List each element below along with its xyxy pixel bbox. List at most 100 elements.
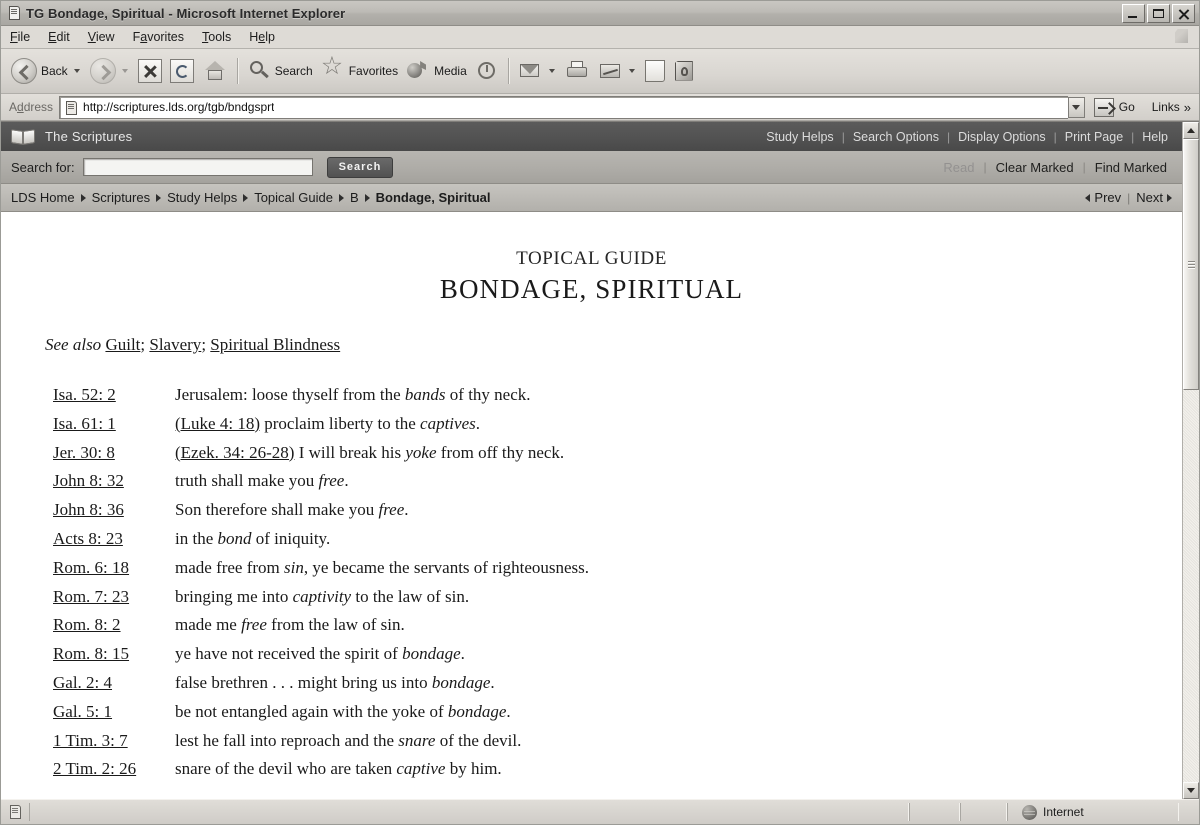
header-link-help[interactable]: Help bbox=[1134, 130, 1176, 144]
scripture-reference-link[interactable]: Jer. 30: 8 bbox=[53, 439, 175, 468]
search-submit-button[interactable]: Search bbox=[326, 156, 394, 178]
scripture-snippet: made free from sin, ye became the servan… bbox=[175, 557, 590, 577]
mail-dropdown-icon[interactable] bbox=[548, 69, 555, 73]
breadcrumb-item-b[interactable]: B bbox=[350, 190, 359, 205]
menu-item-help[interactable]: Help bbox=[240, 28, 284, 46]
toolbar-overflow-icon[interactable]: » bbox=[1184, 100, 1191, 115]
cross-reference-link[interactable]: (Ezek. 34: 26-28) bbox=[175, 443, 294, 462]
scripture-reference-link[interactable]: 2 Tim. 2: 26 bbox=[53, 755, 175, 784]
breadcrumb-item-study-helps[interactable]: Study Helps bbox=[167, 190, 237, 205]
see-also-link[interactable]: Slavery bbox=[149, 335, 201, 354]
scripture-reference-link[interactable]: Gal. 5: 1 bbox=[53, 698, 175, 727]
page-favicon-icon bbox=[63, 100, 79, 115]
breadcrumb-item-lds-home[interactable]: LDS Home bbox=[11, 190, 75, 205]
status-panel-2 bbox=[960, 803, 1007, 821]
address-dropdown-button[interactable] bbox=[1067, 96, 1085, 118]
menu-item-file[interactable]: FFileile bbox=[1, 28, 39, 46]
menu-item-tools[interactable]: Tools bbox=[193, 28, 240, 46]
stop-icon bbox=[137, 59, 162, 83]
security-zone[interactable]: Internet bbox=[1007, 803, 1179, 821]
breadcrumb-item-topical-guide[interactable]: Topical Guide bbox=[254, 190, 333, 205]
media-icon bbox=[406, 60, 430, 82]
scripture-reference-link[interactable]: Rom. 7: 23 bbox=[53, 583, 175, 612]
blank-page-icon bbox=[644, 60, 665, 82]
scripture-reference-link[interactable]: Isa. 61: 1 bbox=[53, 410, 175, 439]
search-input[interactable] bbox=[82, 158, 313, 176]
keyword-emphasis: captive bbox=[396, 759, 446, 779]
clear-marked-link[interactable]: Clear Marked bbox=[987, 160, 1083, 175]
favorites-button[interactable]: Favorites bbox=[317, 53, 402, 89]
scrollbar-thumb[interactable] bbox=[1183, 139, 1199, 390]
scripture-reference-link[interactable]: Isa. 52: 2 bbox=[53, 381, 175, 410]
history-button[interactable] bbox=[471, 53, 503, 89]
scrollbar-track[interactable] bbox=[1183, 139, 1199, 782]
scripture-reference-label: Gal. 2: 4 bbox=[53, 672, 113, 692]
menu-item-edit[interactable]: Edit bbox=[39, 28, 79, 46]
header-link-print-page[interactable]: Print Page bbox=[1057, 130, 1131, 144]
scripture-reference-link[interactable]: John 8: 32 bbox=[53, 467, 175, 496]
maximize-button[interactable] bbox=[1147, 3, 1170, 23]
home-button[interactable] bbox=[198, 53, 232, 89]
forward-arrow-icon bbox=[89, 58, 116, 84]
scripture-snippet: false brethren . . . might bring us into… bbox=[175, 672, 495, 692]
find-marked-link[interactable]: Find Marked bbox=[1086, 160, 1176, 175]
scripture-reference-link[interactable]: Rom. 8: 2 bbox=[53, 611, 175, 640]
keyword-emphasis: yoke bbox=[405, 442, 437, 462]
header-link-study-helps[interactable]: Study Helps bbox=[758, 130, 841, 144]
scripture-reference-link[interactable]: Rom. 8: 15 bbox=[53, 640, 175, 669]
scroll-up-button[interactable] bbox=[1183, 122, 1199, 139]
header-link-search-options[interactable]: Search Options bbox=[845, 130, 947, 144]
toolbar-separator bbox=[236, 58, 238, 84]
scripture-entry: Rom. 7: 23 bringing me into captivity to … bbox=[53, 583, 1182, 612]
forward-dropdown-icon[interactable] bbox=[121, 69, 128, 73]
scripture-reference-link[interactable]: Rom. 6: 18 bbox=[53, 554, 175, 583]
address-input[interactable]: http://scriptures.lds.org/tgb/bndgsprt bbox=[59, 95, 1068, 119]
resize-grip[interactable] bbox=[1179, 803, 1197, 821]
document-content: TOPICAL GUIDE BONDAGE, SPIRITUAL See als… bbox=[1, 212, 1182, 799]
see-also-link[interactable]: Guilt bbox=[105, 335, 140, 354]
go-label: Go bbox=[1118, 100, 1135, 114]
address-bar: Address http://scriptures.lds.org/tgb/bn… bbox=[1, 94, 1199, 121]
scripture-entry-list: Isa. 52: 2 Jerusalem: loose thyself from … bbox=[53, 381, 1182, 784]
header-link-display-options[interactable]: Display Options bbox=[950, 130, 1054, 144]
back-dropdown-icon[interactable] bbox=[73, 69, 80, 73]
zone-label: Internet bbox=[1043, 805, 1084, 819]
menu-item-view[interactable]: View bbox=[79, 28, 124, 46]
discuss-button[interactable] bbox=[641, 53, 669, 89]
cross-reference-link[interactable]: (Luke 4: 18) bbox=[175, 414, 260, 433]
scripture-entry: Rom. 8: 2 made me free from the law of si… bbox=[53, 611, 1182, 640]
breadcrumb-item-scriptures[interactable]: Scriptures bbox=[92, 190, 151, 205]
menu-item-favorites[interactable]: Favorites bbox=[124, 28, 193, 46]
edit-dropdown-icon[interactable] bbox=[628, 69, 635, 73]
mail-button[interactable] bbox=[514, 53, 561, 89]
page-scrollbar[interactable] bbox=[1182, 122, 1199, 799]
go-button[interactable]: Go bbox=[1091, 97, 1138, 117]
refresh-button[interactable] bbox=[166, 53, 198, 89]
scripture-reference-link[interactable]: Acts 8: 23 bbox=[53, 525, 175, 554]
scripture-reference-link[interactable]: 1 Tim. 3: 7 bbox=[53, 727, 175, 756]
scripture-snippet: snare of the devil who are taken captive… bbox=[175, 759, 502, 779]
messenger-button[interactable] bbox=[669, 53, 700, 89]
prev-link[interactable]: Prev bbox=[1081, 190, 1125, 205]
minimize-button[interactable] bbox=[1122, 3, 1145, 23]
media-button[interactable]: Media bbox=[402, 53, 471, 89]
edit-button[interactable] bbox=[594, 53, 641, 89]
scroll-down-button[interactable] bbox=[1183, 782, 1199, 799]
prev-arrow-icon bbox=[1085, 193, 1091, 202]
forward-button[interactable] bbox=[86, 53, 134, 89]
next-link[interactable]: Next bbox=[1132, 190, 1176, 205]
see-also-link[interactable]: Spiritual Blindness bbox=[210, 335, 340, 354]
print-button[interactable] bbox=[561, 53, 594, 89]
marked-links: Read | Clear Marked | Find Marked bbox=[934, 160, 1176, 175]
scripture-reference-link[interactable]: Gal. 2: 4 bbox=[53, 669, 175, 698]
stop-button[interactable] bbox=[134, 53, 166, 89]
keyword-emphasis: bondage bbox=[431, 672, 491, 692]
scripture-snippet: made me free from the law of sin. bbox=[175, 615, 405, 635]
scripture-reference-link[interactable]: John 8: 36 bbox=[53, 496, 175, 525]
back-button[interactable]: Back bbox=[7, 53, 86, 89]
scripture-entry: Isa. 52: 2 Jerusalem: loose thyself from … bbox=[53, 381, 1182, 410]
close-button[interactable] bbox=[1172, 3, 1195, 23]
links-button[interactable]: Links bbox=[1152, 100, 1180, 114]
search-toolbar-button[interactable]: Search bbox=[243, 53, 317, 89]
keyword-emphasis: bands bbox=[404, 385, 446, 404]
